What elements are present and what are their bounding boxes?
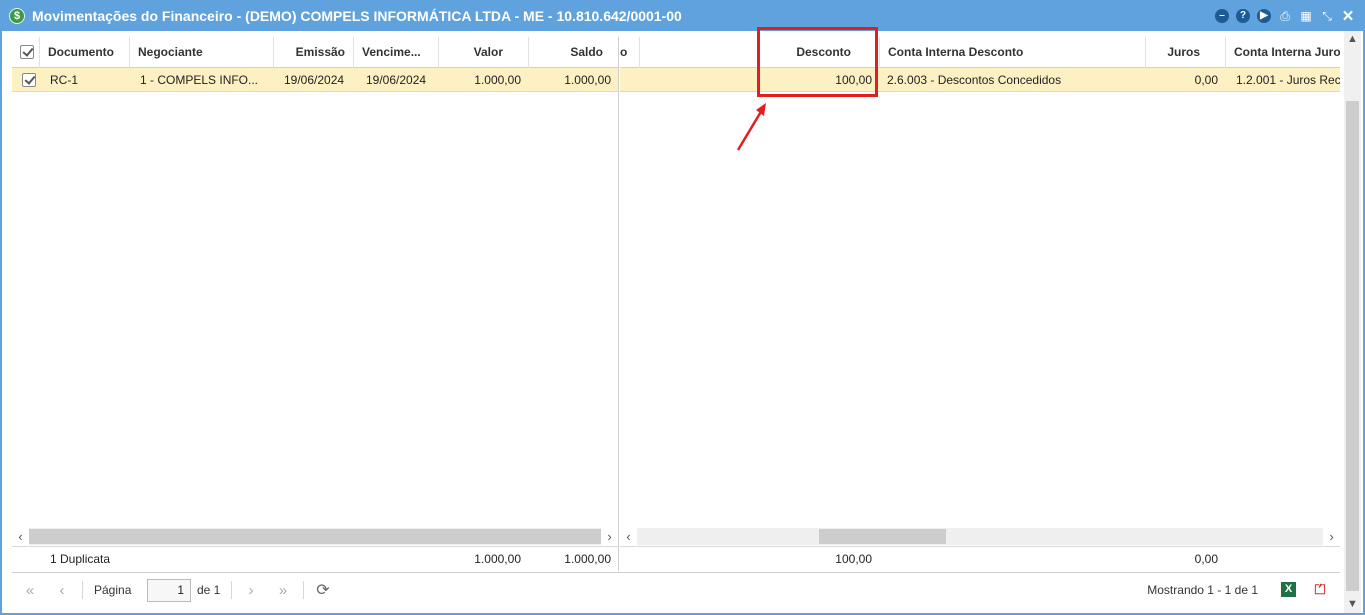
locked-scroll-thumb[interactable] <box>29 529 602 544</box>
summary-saldo: 1.000,00 <box>564 552 611 566</box>
separator <box>303 581 304 599</box>
cell-conta-desconto: 2.6.003 - Descontos Concedidos <box>887 73 1062 87</box>
col-conta-juros[interactable]: Conta Interna Juro <box>1226 37 1340 68</box>
page-count-label: de 1 <box>197 583 221 597</box>
scroll-down-icon[interactable]: ▼ <box>1344 596 1361 613</box>
print-icon[interactable]: ⎙ <box>1276 7 1294 25</box>
scroll-right-icon[interactable]: › <box>601 528 618 545</box>
scroll-left-icon[interactable]: ‹ <box>620 528 637 545</box>
page-label: Página <box>94 583 132 597</box>
table-row-scrollable[interactable]: 100,00 2.6.003 - Descontos Concedidos 0,… <box>620 68 1340 92</box>
col-saldo[interactable]: Saldo <box>529 37 618 68</box>
col-valor[interactable]: Valor <box>439 37 529 68</box>
collapse-icon[interactable]: ⤡ <box>1318 7 1336 25</box>
window-tools: – ? ▶ ⎙ ▦ ⤡ ✕ <box>1213 7 1357 25</box>
play-icon[interactable]: ▶ <box>1255 7 1273 25</box>
locked-grid-section: Documento Negociante Emissão Vencime... … <box>12 37 619 571</box>
last-page-icon[interactable]: » <box>273 581 293 601</box>
excel-export-icon[interactable]: X <box>1281 582 1296 597</box>
select-all-header[interactable] <box>12 37 40 68</box>
financial-movements-window: $ Movimentações do Financeiro - (DEMO) C… <box>0 0 1365 615</box>
col-conta-desconto[interactable]: Conta Interna Desconto <box>880 37 1146 68</box>
scroll-left-icon[interactable]: ‹ <box>12 528 29 545</box>
scrollable-grid-section: o Desconto Conta Interna Desconto Juros … <box>620 37 1340 571</box>
annotation-highlight-box <box>757 27 878 97</box>
select-all-checkbox[interactable] <box>20 45 34 59</box>
cell-saldo: 1.000,00 <box>564 73 611 87</box>
table-row[interactable]: RC-1 1 - COMPELS INFO... 19/06/2024 19/0… <box>12 68 618 92</box>
paging-toolbar: « ‹ Página 1 de 1 › » ⟳ Mostrando 1 - 1 … <box>12 572 1340 607</box>
vertical-scroll-thumb[interactable] <box>1346 101 1359 591</box>
refresh-icon[interactable]: ⟳ <box>313 581 333 601</box>
cell-valor: 1.000,00 <box>474 73 521 87</box>
cell-documento: RC-1 <box>50 73 79 87</box>
close-icon[interactable]: ✕ <box>1339 7 1357 25</box>
scrollable-summary-row: 100,00 0,00 <box>620 546 1340 571</box>
first-page-icon[interactable]: « <box>20 581 40 601</box>
scrollable-horizontal-scrollbar[interactable]: ‹ › <box>620 528 1340 545</box>
dollar-icon: $ <box>9 8 25 24</box>
separator <box>82 581 83 599</box>
cell-conta-juros: 1.2.001 - Juros Rec <box>1236 73 1340 87</box>
col-documento[interactable]: Documento <box>40 37 130 68</box>
summary-label: 1 Duplicata <box>50 552 111 566</box>
summary-desconto: 100,00 <box>835 552 872 566</box>
cell-emissao: 19/06/2024 <box>284 73 345 87</box>
col-negociante[interactable]: Negociante <box>130 37 274 68</box>
separator <box>231 581 232 599</box>
cell-juros: 0,00 <box>1194 73 1218 87</box>
scrollable-scroll-thumb[interactable] <box>819 529 946 544</box>
window-title: Movimentações do Financeiro - (DEMO) COM… <box>32 8 682 24</box>
window-titlebar: $ Movimentações do Financeiro - (DEMO) C… <box>2 2 1363 31</box>
cell-vencimento: 19/06/2024 <box>366 73 427 87</box>
scrollable-header: o Desconto Conta Interna Desconto Juros … <box>620 37 1340 68</box>
help-icon[interactable]: ? <box>1234 7 1252 25</box>
cell-negociante: 1 - COMPELS INFO... <box>140 73 259 87</box>
row-checkbox[interactable] <box>22 73 36 87</box>
calendar-icon[interactable]: ▦ <box>1297 7 1315 25</box>
locked-summary-row: 1 Duplicata 1.000,00 1.000,00 <box>12 546 618 571</box>
paging-display-text: Mostrando 1 - 1 de 1 <box>1147 583 1258 597</box>
vertical-scrollbar[interactable]: ▲ ▼ <box>1344 31 1361 613</box>
previous-page-icon[interactable]: ‹ <box>52 581 72 601</box>
scroll-up-icon[interactable]: ▲ <box>1344 31 1361 48</box>
next-page-icon[interactable]: › <box>241 581 261 601</box>
pdf-export-icon[interactable]: ⏍ <box>1312 581 1328 598</box>
col-juros[interactable]: Juros <box>1146 37 1226 68</box>
scroll-right-icon[interactable]: › <box>1323 528 1340 545</box>
col-emissao[interactable]: Emissão <box>274 37 354 68</box>
page-number-input[interactable]: 1 <box>147 579 191 602</box>
annotation-arrow-icon <box>736 103 766 151</box>
data-grid: Documento Negociante Emissão Vencime... … <box>12 37 1340 571</box>
col-vencimento[interactable]: Vencime... <box>354 37 439 68</box>
col-partial[interactable]: o <box>620 37 640 68</box>
summary-juros: 0,00 <box>1194 552 1218 566</box>
summary-valor: 1.000,00 <box>474 552 521 566</box>
locked-horizontal-scrollbar[interactable]: ‹ › <box>12 528 618 545</box>
minimize-icon[interactable]: – <box>1213 7 1231 25</box>
locked-header: Documento Negociante Emissão Vencime... … <box>12 37 618 68</box>
